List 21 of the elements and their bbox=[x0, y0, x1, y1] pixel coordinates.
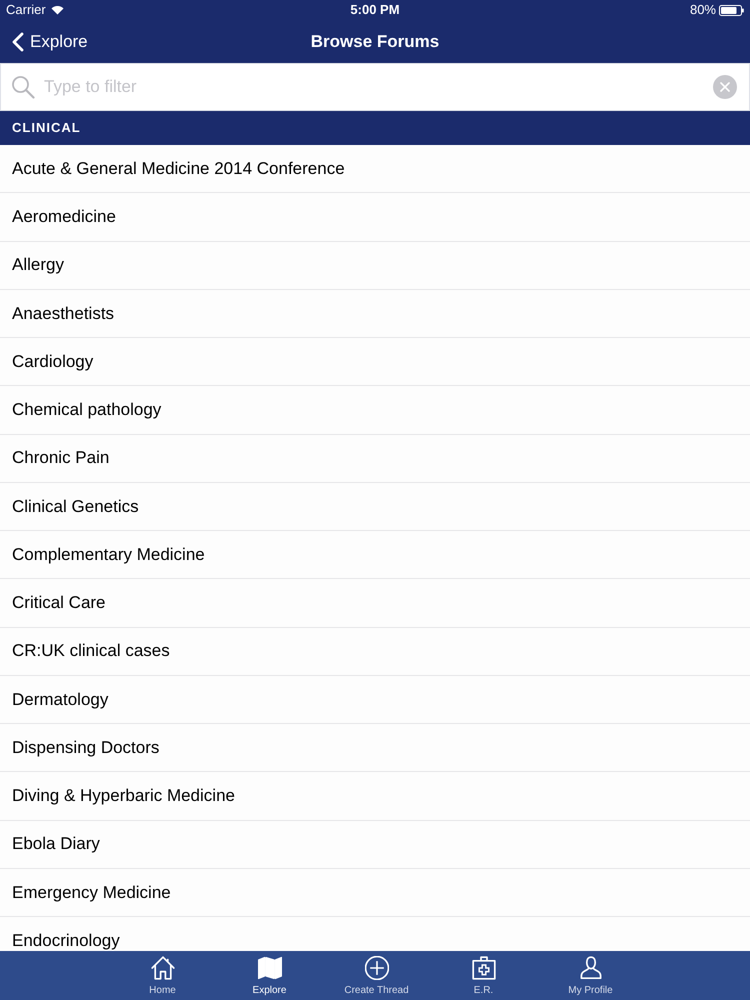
battery-icon bbox=[719, 4, 744, 16]
page-title: Browse Forums bbox=[310, 30, 440, 53]
wifi-icon bbox=[50, 5, 64, 15]
back-button[interactable]: Explore bbox=[0, 20, 88, 63]
search-field[interactable]: Type to filter bbox=[1, 64, 749, 110]
carrier-label: Carrier bbox=[6, 1, 46, 20]
medical-kit-icon bbox=[472, 956, 496, 980]
tab-item[interactable]: Create Thread bbox=[323, 951, 430, 1000]
tab-item[interactable]: My Profile bbox=[537, 951, 644, 1000]
tab-item[interactable]: Home bbox=[109, 951, 216, 1000]
time-label: 5:00 PM bbox=[350, 1, 400, 20]
battery-label: 80% bbox=[690, 1, 716, 20]
tab-item[interactable]: E.R. bbox=[430, 951, 537, 1000]
section-title: CLINICAL bbox=[12, 119, 81, 138]
map-icon bbox=[258, 956, 282, 980]
search-icon bbox=[11, 75, 35, 99]
tab-item[interactable]: Explore bbox=[216, 951, 323, 1000]
chevron-left-icon bbox=[12, 32, 24, 52]
house-icon bbox=[150, 956, 174, 980]
person-icon bbox=[578, 956, 602, 980]
close-icon bbox=[720, 82, 730, 92]
